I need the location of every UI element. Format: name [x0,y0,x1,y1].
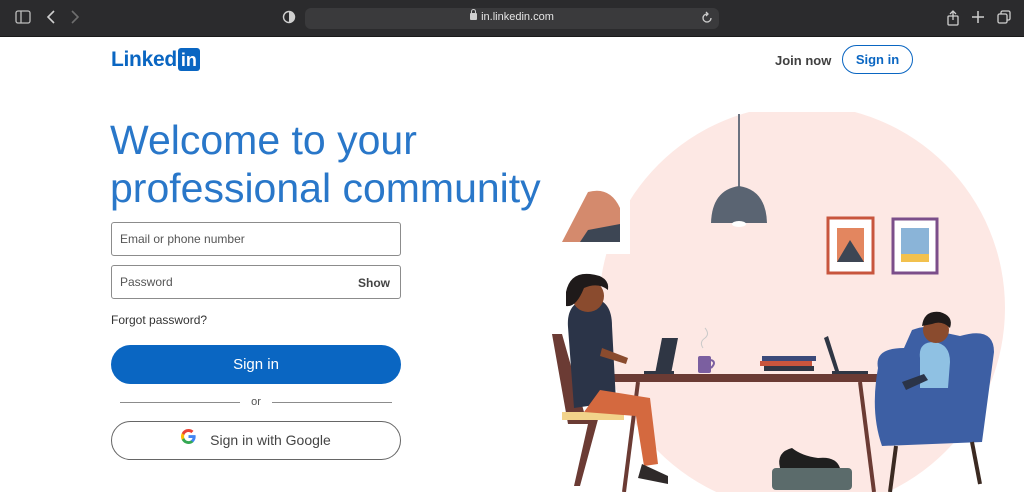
join-now-link[interactable]: Join now [775,53,831,68]
divider-line-left [120,402,240,403]
tabs-overview-icon[interactable] [996,10,1012,26]
back-icon[interactable] [43,10,59,26]
share-icon[interactable] [945,10,961,26]
reload-icon[interactable] [701,11,713,30]
lamp-bulb [732,221,746,227]
new-tab-icon[interactable] [970,10,986,26]
show-password-toggle[interactable]: Show [358,276,390,290]
person-left-shoe [638,464,668,484]
url-text: in.linkedin.com [481,11,554,23]
lock-icon [470,9,478,20]
email-input[interactable] [112,223,342,255]
password-input[interactable] [112,266,342,298]
address-bar[interactable]: in.linkedin.com [305,8,719,29]
privacy-shield-icon[interactable] [281,10,297,26]
header-sign-in-button[interactable]: Sign in [842,45,913,74]
forward-icon[interactable] [67,10,83,26]
laptop-left-base [644,371,674,374]
page-title: Welcome to your professional community [110,117,541,211]
password-field[interactable]: Show [111,265,401,299]
table-top [612,374,888,382]
dog-bed [772,468,852,490]
sign-in-button[interactable]: Sign in [111,345,401,384]
book-2 [760,361,812,366]
laptop-right-base [832,371,868,374]
google-icon [181,421,196,458]
book-1 [762,356,816,361]
logo-in-box: in [177,48,200,71]
picture-frame-purple-art-sand [901,254,929,262]
community-illustration [552,112,1005,492]
sign-in-with-google-button[interactable]: Sign in with Google [111,421,401,460]
forgot-password-link[interactable]: Forgot password? [111,313,207,327]
or-label: or [251,396,261,408]
google-button-label: Sign in with Google [210,432,331,448]
linkedin-logo[interactable]: Linked in [111,47,200,72]
divider-line-right [272,402,392,403]
mug-icon [698,356,711,373]
email-field[interactable] [111,222,401,256]
logo-wordmark: Linked [111,47,177,71]
sidebar-icon[interactable] [15,10,31,26]
or-divider: or [120,396,392,410]
book-3 [764,366,814,371]
browser-toolbar: in.linkedin.com [0,0,1024,37]
armchair-leg-right [970,441,982,485]
